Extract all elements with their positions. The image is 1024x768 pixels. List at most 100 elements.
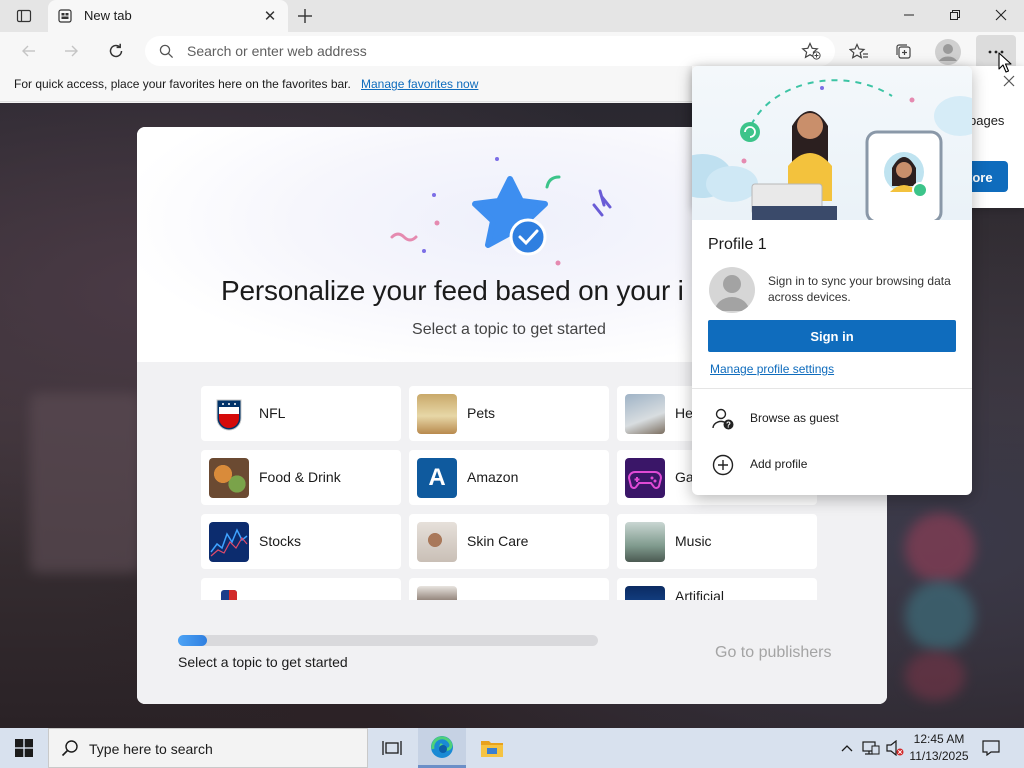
profile-button[interactable] — [933, 38, 963, 66]
ai-photo-icon — [625, 586, 665, 600]
tab-close-icon[interactable]: ✕ — [260, 6, 280, 26]
amazon-letter-a-icon: A — [417, 458, 457, 498]
manage-favorites-link[interactable]: Manage favorites now — [361, 77, 478, 91]
tab-new-tab[interactable]: New tab ✕ — [48, 0, 288, 32]
topic-tile-mlb[interactable] — [201, 578, 401, 600]
favorites-icon — [849, 43, 868, 59]
topic-label: Artificial — [675, 588, 725, 600]
windows-logo-icon — [15, 739, 33, 757]
address-bar[interactable] — [145, 36, 835, 66]
topic-tile-amazon[interactable]: A Amazon — [409, 450, 609, 505]
tab-actions-button[interactable] — [6, 4, 42, 28]
volume-muted-icon — [886, 740, 904, 756]
taskbar-clock[interactable]: 12:45 AM 11/13/2025 — [905, 731, 973, 765]
avatar-icon — [935, 39, 961, 65]
new-tab-button[interactable] — [292, 4, 318, 28]
sign-in-button[interactable]: Sign in — [708, 320, 956, 352]
profile-name: Profile 1 — [708, 236, 767, 253]
action-center-button[interactable] — [978, 736, 1004, 760]
edge-browser-icon — [431, 735, 453, 758]
photo-icon — [417, 586, 457, 600]
card-footer: Select a topic to get started Go to publ… — [137, 600, 887, 704]
notification-icon — [982, 740, 1000, 756]
add-circle-icon — [712, 454, 734, 476]
progress-fill — [178, 635, 208, 646]
star-check-illustration — [390, 157, 612, 266]
taskbar-file-explorer-button[interactable] — [468, 728, 516, 768]
progress-label: Select a topic to get started — [178, 654, 348, 670]
show-hidden-icons-button[interactable] — [837, 738, 857, 758]
clock-date: 11/13/2025 — [909, 749, 969, 763]
topic-tile-food-drink[interactable]: Food & Drink — [201, 450, 401, 505]
music-photo-icon — [625, 522, 665, 562]
svg-text:?: ? — [726, 421, 731, 430]
topic-tile-stocks[interactable]: Stocks — [201, 514, 401, 569]
favorites-bar-message: For quick access, place your favorites h… — [14, 77, 351, 91]
chevron-up-icon — [841, 745, 853, 752]
browse-as-guest-item[interactable]: ? Browse as guest — [692, 398, 972, 438]
stocks-chart-icon — [209, 522, 249, 562]
restore-button[interactable] — [932, 0, 978, 30]
address-input[interactable] — [187, 41, 727, 61]
taskbar-search-box[interactable]: Type here to search — [48, 728, 368, 768]
back-arrow-icon — [22, 45, 35, 57]
skincare-photo-icon — [417, 522, 457, 562]
plus-icon — [298, 9, 312, 23]
topic-tile[interactable] — [409, 578, 609, 600]
network-button[interactable] — [861, 738, 881, 758]
topic-label: He — [675, 405, 693, 421]
add-favorite-icon[interactable] — [801, 42, 821, 60]
minimize-button[interactable] — [886, 0, 932, 30]
notification-text: pages — [969, 113, 1005, 128]
forward-button[interactable] — [56, 36, 86, 66]
back-button[interactable] — [14, 36, 44, 66]
gaming-controller-icon — [625, 458, 665, 498]
go-to-publishers-button[interactable]: Go to publishers — [715, 644, 832, 662]
favorites-button[interactable] — [844, 38, 874, 66]
collections-icon — [896, 44, 911, 59]
topic-progress-bar — [178, 635, 598, 646]
forward-arrow-icon — [65, 45, 78, 57]
topic-label: Skin Care — [467, 533, 529, 549]
topic-tile-pets[interactable]: Pets — [409, 386, 609, 441]
refresh-button[interactable] — [101, 36, 131, 66]
nfl-logo-icon — [209, 394, 249, 434]
taskbar-edge-button[interactable] — [418, 728, 466, 768]
browser-toolbar — [0, 32, 1024, 70]
topic-label: Music — [675, 533, 712, 549]
start-button[interactable] — [0, 728, 48, 768]
sync-description: Sign in to sync your browsing data acros… — [768, 274, 951, 304]
guest-icon: ? — [712, 408, 734, 430]
background-blur — [905, 651, 965, 701]
mouse-cursor-icon — [998, 52, 1012, 73]
topic-tile-skin-care[interactable]: Skin Care — [409, 514, 609, 569]
topic-tile-artificial[interactable]: Artificial — [617, 578, 817, 600]
task-view-icon — [382, 741, 402, 755]
minimize-icon — [904, 14, 914, 16]
topic-label: NFL — [259, 405, 286, 421]
manage-profile-settings-link[interactable]: Manage profile settings — [710, 362, 834, 376]
browse-as-guest-label: Browse as guest — [750, 411, 839, 425]
topic-label: Ga — [675, 469, 694, 485]
topic-tile-nfl[interactable]: NFL — [201, 386, 401, 441]
volume-button[interactable] — [885, 738, 905, 758]
taskbar-search-placeholder: Type here to search — [89, 741, 213, 757]
clock-time: 12:45 AM — [913, 732, 965, 746]
profile-sync-illustration — [692, 66, 972, 224]
notification-close-icon[interactable] — [1000, 72, 1018, 90]
refresh-icon — [109, 43, 123, 58]
collections-button[interactable] — [889, 38, 919, 66]
topic-tile-music[interactable]: Music — [617, 514, 817, 569]
health-photo-icon — [625, 394, 665, 434]
folder-icon — [481, 741, 503, 757]
profile-avatar — [709, 267, 755, 313]
background-blur — [905, 513, 975, 583]
add-profile-item[interactable]: Add profile — [692, 444, 972, 484]
task-view-button[interactable] — [368, 728, 416, 768]
close-window-button[interactable] — [978, 0, 1024, 30]
restore-icon — [950, 10, 960, 20]
topic-label: Amazon — [467, 469, 519, 485]
page-title: Personalize your feed based on your i — [221, 275, 684, 306]
new-tab-page-icon — [58, 9, 72, 23]
search-icon — [159, 44, 174, 59]
